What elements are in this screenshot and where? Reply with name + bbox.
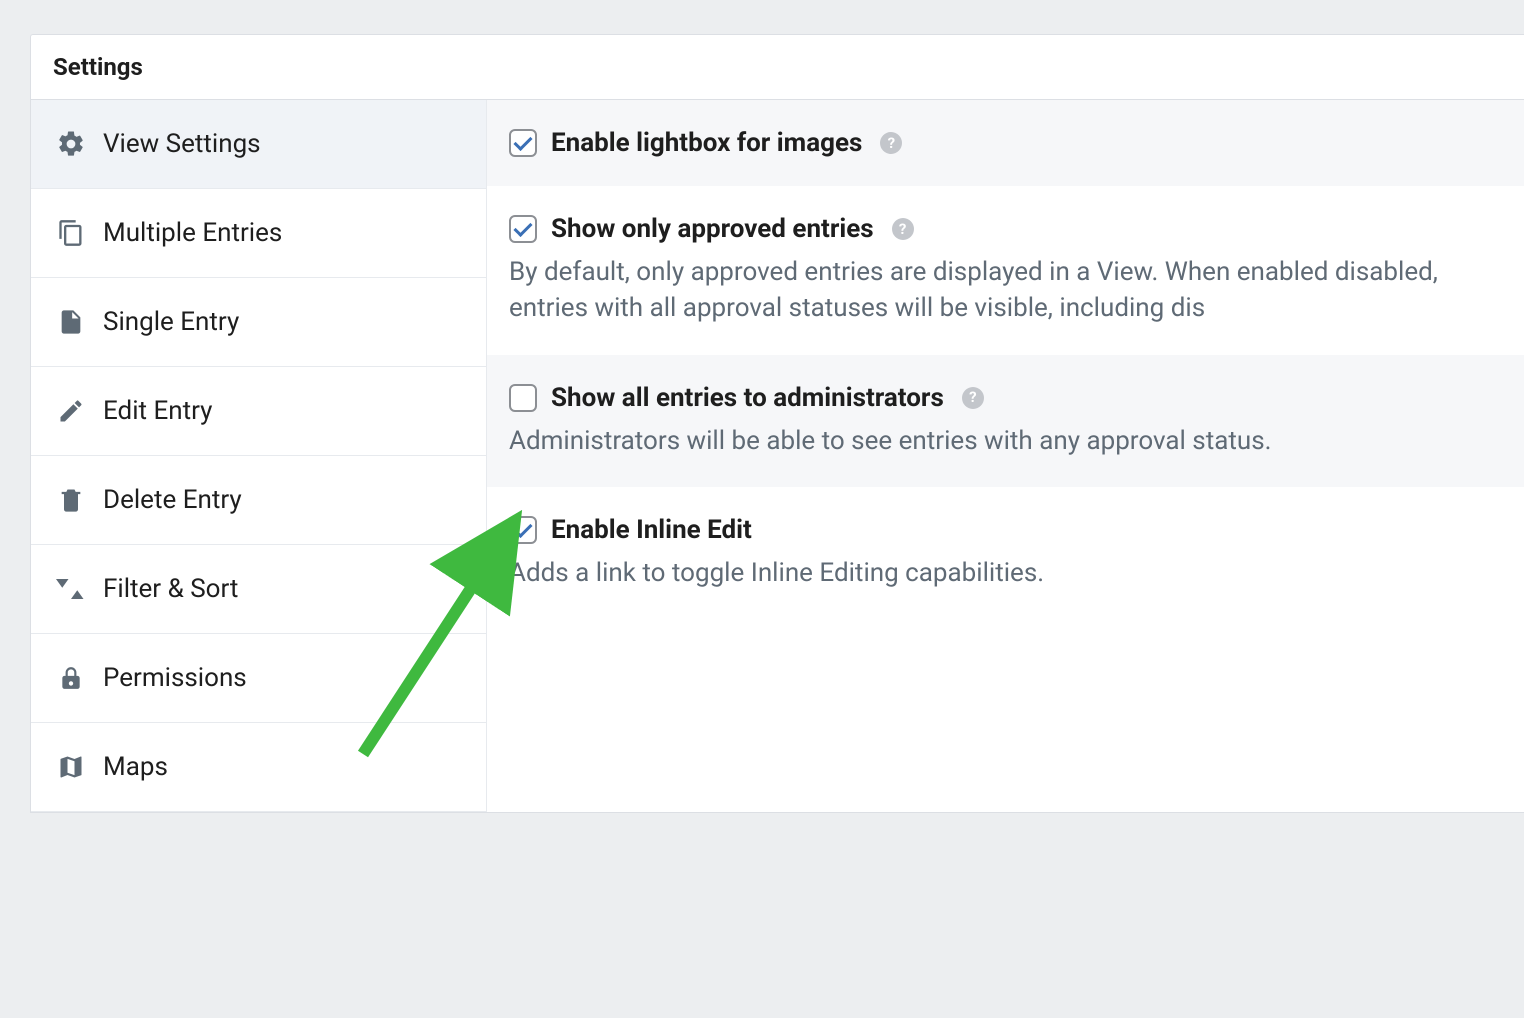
sidebar-item-label: Filter & Sort xyxy=(103,574,238,604)
panel-body: View Settings Multiple Entries Single Entr… xyxy=(31,100,1524,812)
setting-row: Show all entries to administrators? Admin… xyxy=(487,355,1524,487)
setting-row: Enable lightbox for images? xyxy=(487,100,1524,186)
sidebar-item-label: Delete Entry xyxy=(103,485,242,515)
sidebar-item-multiple-entries[interactable]: Multiple Entries xyxy=(31,189,486,278)
help-icon[interactable]: ? xyxy=(962,387,984,409)
setting-label: Show all entries to administrators xyxy=(551,383,944,413)
sidebar-item-delete-entry[interactable]: Delete Entry xyxy=(31,456,486,545)
settings-panel: Settings View Settings Multiple Entries Si… xyxy=(30,34,1524,813)
sidebar-item-label: Multiple Entries xyxy=(103,218,282,248)
sidebar-item-edit-entry[interactable]: Edit Entry xyxy=(31,367,486,456)
setting-checkbox[interactable] xyxy=(509,215,537,243)
sidebar-item-filter-sort[interactable]: Filter & Sort xyxy=(31,545,486,634)
setting-label: Show only approved entries xyxy=(551,214,874,244)
pencil-icon xyxy=(53,393,89,429)
setting-label: Enable Inline Edit xyxy=(551,515,752,545)
setting-head: Enable lightbox for images? xyxy=(509,128,1518,158)
sidebar-item-label: Permissions xyxy=(103,663,247,693)
panel-header: Settings xyxy=(31,35,1524,100)
trash-icon xyxy=(53,482,89,518)
sidebar-item-label: Edit Entry xyxy=(103,396,212,426)
sidebar-item-permissions[interactable]: Permissions xyxy=(31,634,486,723)
sidebar-item-label: Maps xyxy=(103,752,168,782)
sidebar-item-view-settings[interactable]: View Settings xyxy=(31,100,486,189)
gear-icon xyxy=(53,126,89,162)
setting-checkbox[interactable] xyxy=(509,384,537,412)
setting-row: Show only approved entries? By default, o… xyxy=(487,186,1524,355)
setting-description: Administrators will be able to see entri… xyxy=(509,423,1518,459)
copy-icon xyxy=(53,215,89,251)
help-icon[interactable]: ? xyxy=(880,132,902,154)
sidebar-item-maps[interactable]: Maps xyxy=(31,723,486,812)
settings-content: Enable lightbox for images?Show only app… xyxy=(487,100,1524,812)
map-icon xyxy=(53,749,89,785)
lock-icon xyxy=(53,660,89,696)
setting-head: Enable Inline Edit xyxy=(509,515,1518,545)
setting-description: By default, only approved entries are di… xyxy=(509,254,1518,327)
setting-description: Adds a link to toggle Inline Editing cap… xyxy=(509,555,1518,591)
setting-head: Show only approved entries? xyxy=(509,214,1518,244)
sidebar-item-label: Single Entry xyxy=(103,307,239,337)
sort-icon xyxy=(53,571,89,607)
setting-checkbox[interactable] xyxy=(509,516,537,544)
sidebar-item-single-entry[interactable]: Single Entry xyxy=(31,278,486,367)
file-icon xyxy=(53,304,89,340)
setting-head: Show all entries to administrators? xyxy=(509,383,1518,413)
setting-row: Enable Inline Edit Adds a link to toggle … xyxy=(487,487,1524,619)
help-icon[interactable]: ? xyxy=(892,218,914,240)
sidebar-item-label: View Settings xyxy=(103,129,261,159)
settings-sidebar: View Settings Multiple Entries Single Entr… xyxy=(31,100,487,812)
setting-checkbox[interactable] xyxy=(509,129,537,157)
setting-label: Enable lightbox for images xyxy=(551,128,862,158)
panel-title: Settings xyxy=(53,53,1518,81)
